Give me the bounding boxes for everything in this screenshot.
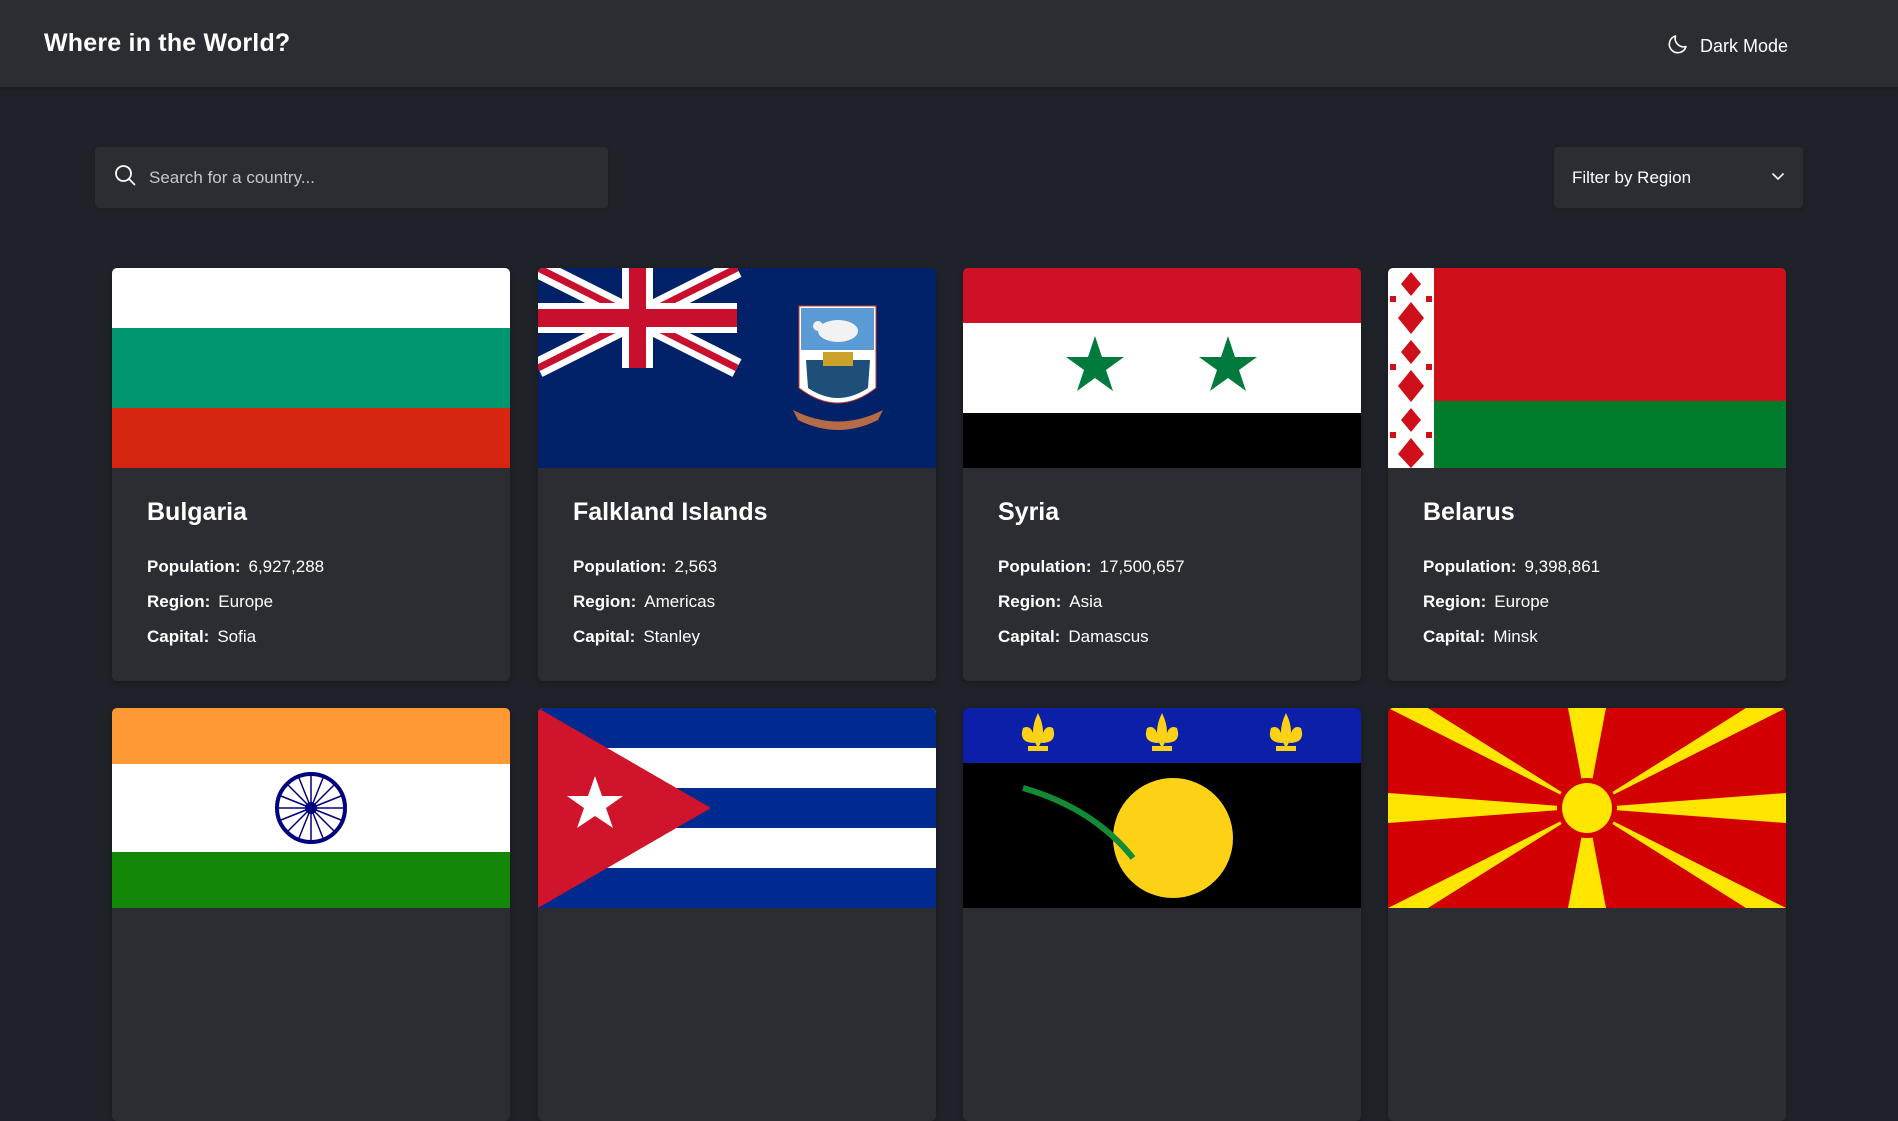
country-card-bulgaria[interactable]: Bulgaria Population: 6,927,288 Region: Eur…	[112, 268, 510, 681]
capital-row: Capital: Minsk	[1423, 619, 1751, 654]
capital-row: Capital: Damascus	[998, 619, 1326, 654]
country-card-belarus[interactable]: Belarus Population: 9,398,861 Region: Euro…	[1388, 268, 1786, 681]
country-card-syria[interactable]: Syria Population: 17,500,657 Region: Asia …	[963, 268, 1361, 681]
country-card-falkland-islands[interactable]: Falkland Islands Population: 2,563 Region…	[538, 268, 936, 681]
population-row: Population: 17,500,657	[998, 549, 1326, 584]
search-input[interactable]	[149, 167, 589, 188]
capital-value: Stanley	[643, 627, 701, 646]
search-icon	[113, 163, 137, 192]
population-label: Population:	[1423, 557, 1517, 576]
country-name: Falkland Islands	[573, 498, 768, 526]
top-bar: Where in the World? Dark Mode	[0, 0, 1898, 87]
cuba-flag	[538, 708, 936, 908]
capital-label: Capital:	[998, 627, 1061, 646]
region-row: Region: Europe	[1423, 584, 1751, 619]
population-value: 17,500,657	[1099, 557, 1185, 576]
guadeloupe-flag	[963, 708, 1361, 908]
dark-mode-label: Dark Mode	[1700, 36, 1789, 56]
country-name: Syria	[998, 498, 1060, 526]
capital-label: Capital:	[1423, 627, 1486, 646]
country-name: Bulgaria	[147, 498, 248, 526]
capital-label: Capital:	[573, 627, 636, 646]
country-card-india[interactable]	[112, 708, 510, 1121]
region-row: Region: Asia	[998, 584, 1326, 619]
bulgaria-flag	[112, 268, 510, 468]
app-title: Where in the World?	[44, 29, 291, 57]
capital-row: Capital: Sofia	[147, 619, 475, 654]
region-filter-label: Filter by Region	[1572, 167, 1692, 187]
capital-value: Damascus	[1068, 627, 1149, 646]
region-label: Region:	[573, 592, 637, 611]
region-label: Region:	[998, 592, 1062, 611]
country-card-north-macedonia[interactable]	[1388, 708, 1786, 1121]
region-filter-dropdown[interactable]: Filter by Region	[1554, 147, 1803, 208]
region-label: Region:	[1423, 592, 1487, 611]
search-box[interactable]	[95, 147, 608, 208]
population-row: Population: 9,398,861	[1423, 549, 1751, 584]
region-row: Region: Europe	[147, 584, 475, 619]
population-row: Population: 2,563	[573, 549, 901, 584]
region-row: Region: Americas	[573, 584, 901, 619]
chevron-down-icon	[1771, 168, 1785, 188]
falkland-islands-flag	[538, 268, 936, 468]
syria-flag	[963, 268, 1361, 468]
capital-label: Capital:	[147, 627, 210, 646]
country-name: Belarus	[1423, 498, 1515, 526]
population-label: Population:	[573, 557, 667, 576]
population-value: 6,927,288	[248, 557, 325, 576]
moon-icon	[1666, 32, 1690, 61]
dark-mode-toggle[interactable]: Dark Mode	[1666, 32, 1788, 61]
country-card-guadeloupe[interactable]	[963, 708, 1361, 1121]
region-value: Asia	[1069, 592, 1103, 611]
north-macedonia-flag	[1388, 708, 1786, 908]
india-flag	[112, 708, 510, 908]
population-value: 2,563	[674, 557, 718, 576]
population-row: Population: 6,927,288	[147, 549, 475, 584]
region-value: Europe	[218, 592, 274, 611]
population-label: Population:	[998, 557, 1092, 576]
region-value: Europe	[1494, 592, 1550, 611]
region-value: Americas	[644, 592, 716, 611]
region-label: Region:	[147, 592, 211, 611]
capital-value: Minsk	[1493, 627, 1538, 646]
belarus-flag	[1388, 268, 1786, 468]
population-value: 9,398,861	[1524, 557, 1601, 576]
capital-value: Sofia	[217, 627, 257, 646]
population-label: Population:	[147, 557, 241, 576]
country-card-cuba[interactable]	[538, 708, 936, 1121]
capital-row: Capital: Stanley	[573, 619, 901, 654]
